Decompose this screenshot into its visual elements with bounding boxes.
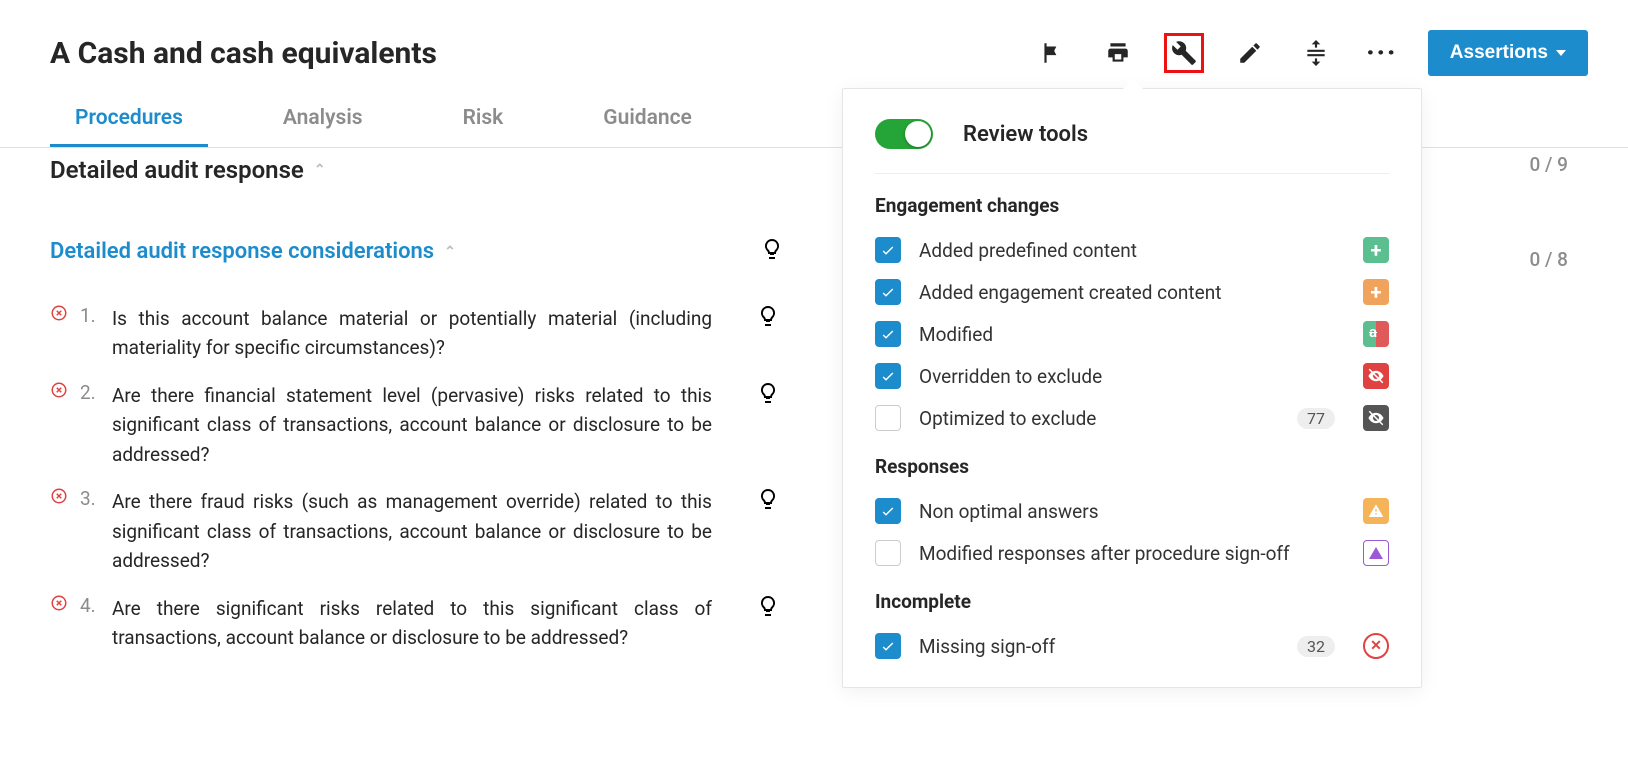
group-title: Engagement changes xyxy=(875,194,1389,217)
filter-option[interactable]: Modified responses after procedure sign-… xyxy=(875,532,1389,574)
filter-option[interactable]: Added engagement created content + xyxy=(875,271,1389,313)
assertions-label: Assertions xyxy=(1450,42,1548,64)
required-icon xyxy=(50,487,68,505)
bulb-icon[interactable] xyxy=(756,487,780,515)
eye-slash-icon xyxy=(1363,405,1389,431)
option-label: Non optimal answers xyxy=(919,500,1345,523)
option-label: Optimized to exclude xyxy=(919,407,1279,430)
modified-icon xyxy=(1363,321,1389,347)
tab-procedures[interactable]: Procedures xyxy=(50,96,208,147)
question-number: 3. xyxy=(80,487,100,510)
question-text: Are there financial statement level (per… xyxy=(112,381,712,469)
filter-option[interactable]: Overridden to exclude xyxy=(875,355,1389,397)
option-label: Overridden to exclude xyxy=(919,365,1345,388)
required-icon xyxy=(50,381,68,399)
checkbox[interactable] xyxy=(875,237,901,263)
plus-icon: + xyxy=(1363,279,1389,305)
checkbox[interactable] xyxy=(875,498,901,524)
bulb-icon[interactable] xyxy=(756,594,780,622)
triangle-icon xyxy=(1363,540,1389,566)
question-number: 4. xyxy=(80,594,100,617)
edit-icon[interactable] xyxy=(1230,33,1270,73)
group-title: Responses xyxy=(875,455,1389,478)
required-icon xyxy=(50,594,68,612)
tools-icon[interactable] xyxy=(1164,33,1204,73)
tab-risk[interactable]: Risk xyxy=(438,96,529,147)
section-title: Detailed audit response xyxy=(50,156,304,184)
review-tools-toggle[interactable] xyxy=(875,119,933,149)
filter-option[interactable]: Added predefined content + xyxy=(875,229,1389,271)
plus-icon: + xyxy=(1363,237,1389,263)
review-tools-panel: Review tools Engagement changes Added pr… xyxy=(842,88,1422,688)
checkbox[interactable] xyxy=(875,405,901,431)
bulb-icon[interactable] xyxy=(756,304,780,332)
filter-option[interactable]: Missing sign-off 32 xyxy=(875,625,1389,667)
subsection-title: Detailed audit response considerations xyxy=(50,239,434,264)
checkbox[interactable] xyxy=(875,540,901,566)
group-title: Incomplete xyxy=(875,590,1389,613)
question-number: 1. xyxy=(80,304,100,327)
option-label: Added predefined content xyxy=(919,239,1345,262)
filter-option[interactable]: Modified xyxy=(875,313,1389,355)
question-text: Are there fraud risks (such as managemen… xyxy=(112,487,712,575)
count-badge: 77 xyxy=(1297,408,1335,429)
x-circle-icon xyxy=(1363,633,1389,659)
checkbox[interactable] xyxy=(875,633,901,659)
print-icon[interactable] xyxy=(1098,33,1138,73)
filter-option[interactable]: Optimized to exclude 77 xyxy=(875,397,1389,439)
eye-slash-icon xyxy=(1363,363,1389,389)
option-label: Modified responses after procedure sign-… xyxy=(919,542,1345,565)
subsection-count: 0 / 8 xyxy=(1530,248,1568,271)
toolbar: ··· Assertions xyxy=(1032,30,1588,76)
compress-icon[interactable] xyxy=(1296,33,1336,73)
checkbox[interactable] xyxy=(875,321,901,347)
page-title: A Cash and cash equivalents xyxy=(50,36,437,71)
option-label: Missing sign-off xyxy=(919,635,1279,658)
tab-analysis[interactable]: Analysis xyxy=(258,96,388,147)
more-icon[interactable]: ··· xyxy=(1362,33,1402,73)
count-badge: 32 xyxy=(1297,636,1335,657)
flag-icon[interactable] xyxy=(1032,33,1072,73)
warning-icon xyxy=(1363,498,1389,524)
assertions-button[interactable]: Assertions xyxy=(1428,30,1588,76)
bulb-icon[interactable] xyxy=(756,381,780,409)
chevron-down-icon xyxy=(1556,50,1566,56)
section-count: 0 / 9 xyxy=(1530,153,1568,176)
bulb-icon[interactable] xyxy=(760,237,784,267)
question-text: Are there significant risks related to t… xyxy=(112,594,712,653)
option-label: Modified xyxy=(919,323,1345,346)
chevron-up-icon: ⌃ xyxy=(444,244,456,260)
option-label: Added engagement created content xyxy=(919,281,1345,304)
checkbox[interactable] xyxy=(875,279,901,305)
question-number: 2. xyxy=(80,381,100,404)
checkbox[interactable] xyxy=(875,363,901,389)
chevron-up-icon: ⌃ xyxy=(314,162,326,178)
question-text: Is this account balance material or pote… xyxy=(112,304,712,363)
required-icon xyxy=(50,304,68,322)
filter-option[interactable]: Non optimal answers xyxy=(875,490,1389,532)
panel-title: Review tools xyxy=(963,122,1088,147)
tab-guidance[interactable]: Guidance xyxy=(578,96,717,147)
